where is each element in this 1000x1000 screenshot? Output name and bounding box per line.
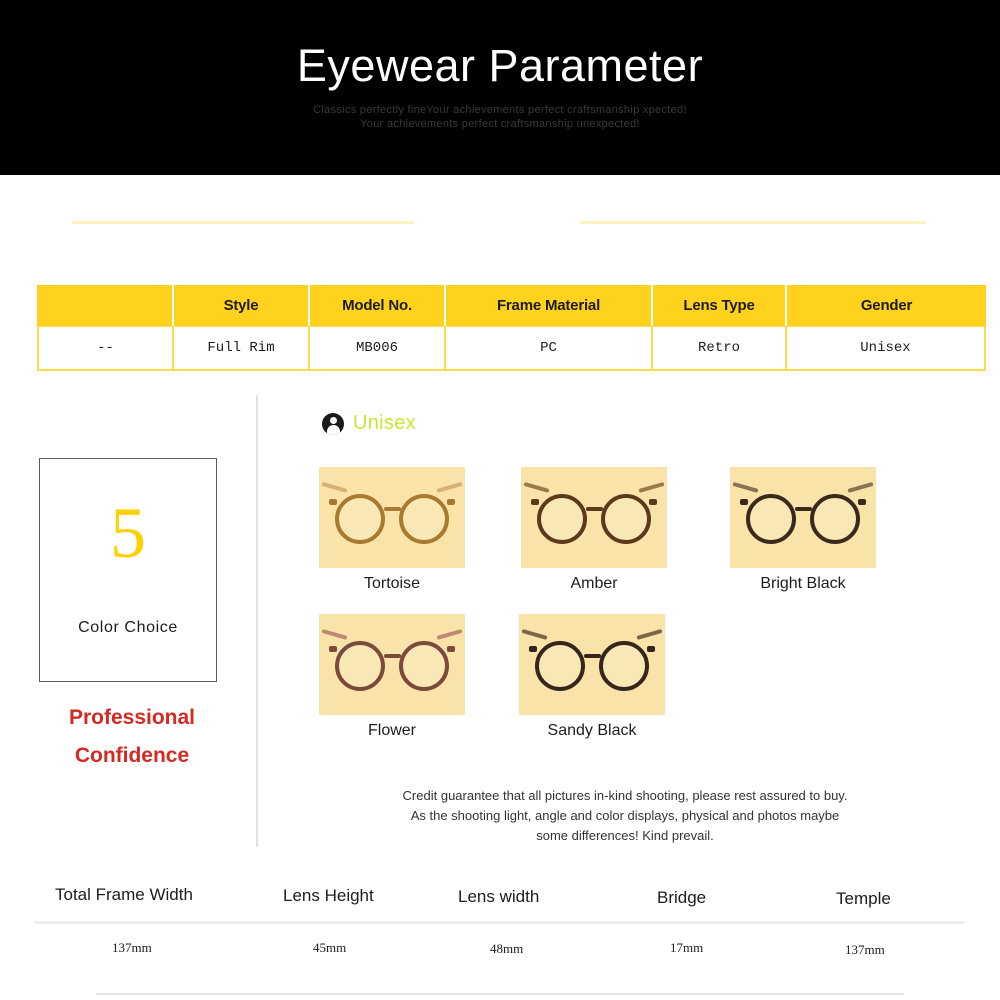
color-swatch-tortoise[interactable]: Tortoise — [319, 467, 465, 592]
tagline-professional: Professional — [68, 706, 196, 729]
measurement-value-temple: 137mm — [845, 942, 885, 957]
color-choice-label: Color Choice — [78, 619, 178, 636]
measurement-divider — [34, 921, 964, 924]
gender-marker: Unisex — [322, 412, 416, 435]
table-row: -- Full Rim MB006 PC Retro Unisex — [37, 326, 986, 371]
table-cell-gender: Unisex — [787, 326, 986, 371]
table-cell-frame-material: PC — [446, 326, 653, 371]
glasses-icon — [730, 467, 876, 568]
measurement-label-total-frame-width: Total Frame Width — [55, 885, 193, 904]
color-swatch-bright-black[interactable]: Bright Black — [730, 467, 876, 592]
table-cell-lens-type: Retro — [653, 326, 787, 371]
color-count: 5 — [110, 493, 146, 573]
person-icon — [322, 412, 344, 435]
hero-subtitle-line1: Classics perfectly fineYour achievements… — [313, 104, 687, 116]
measurement-label-lens-width: Lens width — [458, 887, 540, 906]
table-cell-style: Full Rim — [174, 326, 310, 371]
glasses-icon — [319, 614, 465, 715]
hero-banner: Eyewear Parameter Classics perfectly fin… — [0, 0, 1000, 175]
color-choice-box: 5 Color Choice — [39, 458, 217, 682]
table-header-cell-frame-material: Frame Material — [446, 285, 653, 326]
page-title: Eyewear Parameter — [296, 40, 704, 91]
decorative-rule-left — [72, 221, 414, 224]
swatch-caption: Bright Black — [760, 575, 846, 592]
measurement-label-bridge: Bridge — [657, 888, 707, 907]
measurement-value-lens-height: 45mm — [313, 940, 347, 955]
table-header-row: Style Model No. Frame Material Lens Type… — [37, 285, 986, 326]
gender-marker-label: Unisex — [353, 412, 416, 434]
disclaimer-line3: some differences! Kind prevail. — [536, 828, 714, 843]
swatch-image — [730, 467, 876, 568]
table-header-cell-model-no: Model No. — [310, 285, 446, 326]
color-swatch-sandy-black[interactable]: Sandy Black — [519, 614, 665, 739]
bottom-divider — [96, 993, 904, 995]
swatch-image — [319, 467, 465, 568]
glasses-icon — [319, 467, 465, 568]
table-cell-placeholder: -- — [37, 326, 174, 371]
color-swatch-flower[interactable]: Flower — [319, 614, 465, 739]
section-divider — [256, 395, 258, 847]
glasses-icon — [519, 614, 665, 715]
measurement-label-temple: Temple — [836, 889, 891, 908]
swatch-caption: Amber — [570, 575, 618, 592]
specification-table: Style Model No. Frame Material Lens Type… — [37, 285, 986, 371]
swatch-image — [519, 614, 665, 715]
table-header-cell-gender: Gender — [787, 285, 986, 326]
swatch-caption: Tortoise — [363, 575, 421, 592]
decorative-rule-right — [580, 221, 925, 224]
measurement-value-bridge: 17mm — [670, 940, 704, 955]
table-header-cell-0 — [37, 285, 174, 326]
swatch-caption: Sandy Black — [547, 722, 637, 739]
disclaimer-line1: Credit guarantee that all pictures in-ki… — [402, 788, 848, 803]
color-swatch-amber[interactable]: Amber — [521, 467, 667, 592]
hero-subtitle-line2: Your achievements perfect craftsmanship … — [360, 118, 640, 130]
measurement-value-lens-width: 48mm — [490, 941, 524, 956]
swatch-image — [521, 467, 667, 568]
glasses-icon — [521, 467, 667, 568]
measurement-label-lens-height: Lens Height — [283, 886, 374, 905]
disclaimer-text: Credit guarantee that all pictures in-ki… — [330, 786, 920, 846]
tagline-confidence: Confidence — [74, 744, 190, 767]
swatch-caption: Flower — [367, 722, 416, 739]
table-header-cell-lens-type: Lens Type — [653, 285, 787, 326]
table-cell-model-no: MB006 — [310, 326, 446, 371]
measurement-value-total-frame-width: 137mm — [112, 940, 152, 955]
table-header-cell-style: Style — [174, 285, 310, 326]
swatch-image — [319, 614, 465, 715]
disclaimer-line2: As the shooting light, angle and color d… — [410, 808, 840, 823]
